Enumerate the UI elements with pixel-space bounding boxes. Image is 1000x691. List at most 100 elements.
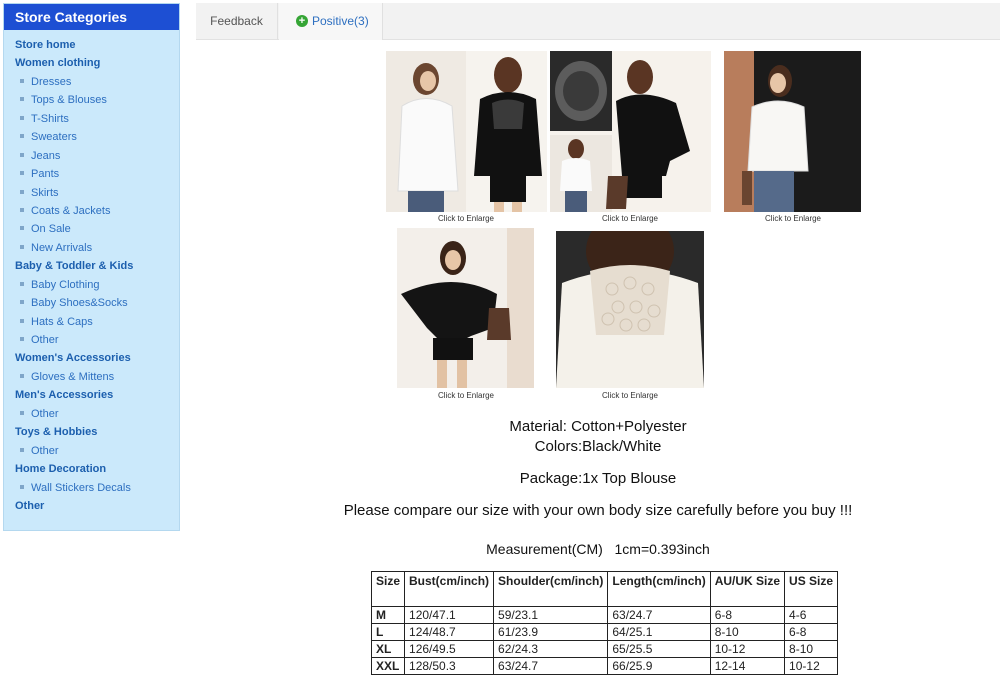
size-table-header: Size Bust(cm/inch) Shoulder(cm/inch) Length… bbox=[370, 571, 839, 607]
sidebar-item-label: Baby Clothing bbox=[31, 278, 100, 291]
sidebar-title: Store Categories bbox=[4, 4, 179, 30]
sidebar-item-skirts[interactable]: Skirts bbox=[4, 184, 179, 202]
size-table-cell: XL bbox=[370, 640, 406, 658]
sidebar-item-label: Other bbox=[31, 334, 59, 346]
size-table-cell: M bbox=[370, 606, 406, 624]
product-photo-1-image bbox=[386, 51, 547, 212]
sidebar-item-sweaters[interactable]: Sweaters bbox=[4, 128, 179, 146]
size-table-cell: 120/47.1 bbox=[404, 606, 495, 624]
tab-positive-label: Positive(3) bbox=[312, 14, 369, 28]
bullet-icon bbox=[20, 97, 24, 102]
sidebar-item-label: Jeans bbox=[31, 149, 61, 162]
tab-feedback[interactable]: Feedback bbox=[196, 3, 278, 40]
size-table-cell: 12-14 bbox=[709, 657, 786, 675]
size-notice: Please compare our size with your own bo… bbox=[343, 502, 853, 519]
feedback-tabbar: Feedback + Positive(3) bbox=[196, 3, 1000, 40]
category-list: Store home Women clothing Dresses Tops & Bl… bbox=[4, 30, 179, 515]
sidebar-item-label: Gloves & Mittens bbox=[31, 370, 115, 383]
bullet-icon bbox=[20, 171, 24, 176]
sidebar-item-gloves-mittens[interactable]: Gloves & Mittens bbox=[4, 368, 179, 386]
product-photo-5-image bbox=[556, 231, 704, 388]
bullet-icon bbox=[20, 373, 24, 378]
size-table-header-cell: AU/UK Size bbox=[709, 571, 786, 607]
sidebar-item-home-decoration[interactable]: Home Decoration bbox=[4, 460, 179, 478]
photo-4-caption[interactable]: Click to Enlarge bbox=[396, 391, 536, 400]
product-photo-3[interactable] bbox=[724, 51, 861, 212]
bullet-icon bbox=[20, 447, 24, 452]
bullet-icon bbox=[20, 337, 24, 342]
sidebar-item-on-sale[interactable]: On Sale bbox=[4, 220, 179, 238]
size-table-cell: 63/24.7 bbox=[493, 657, 609, 675]
bullet-icon bbox=[20, 410, 24, 415]
size-table-header-cell: Shoulder(cm/inch) bbox=[493, 571, 609, 607]
size-table-cell: 65/25.5 bbox=[607, 640, 711, 658]
size-table-cell: 10-12 bbox=[709, 640, 786, 658]
sidebar-item-women-s-accessories[interactable]: Women's Accessories bbox=[4, 349, 179, 367]
product-photo-5[interactable] bbox=[556, 231, 704, 388]
product-photo-2[interactable] bbox=[550, 51, 711, 212]
sidebar-item-label: Pants bbox=[31, 168, 60, 181]
plus-circle-icon: + bbox=[296, 14, 308, 27]
size-table-cell: 6-8 bbox=[709, 606, 786, 624]
material-text: Material: Cotton+Polyester bbox=[509, 418, 687, 435]
sidebar-item-baby-toddler-kids[interactable]: Baby & Toddler & Kids bbox=[4, 257, 179, 275]
sidebar-item-new-arrivals[interactable]: New Arrivals bbox=[4, 239, 179, 257]
sidebar-item-baby-clothing[interactable]: Baby Clothing bbox=[4, 276, 179, 294]
measurement-note: Measurement(CM) 1cm=0.393inch bbox=[486, 541, 710, 557]
sidebar-item-store-home[interactable]: Store home bbox=[4, 36, 179, 54]
size-table-cell: 63/24.7 bbox=[607, 606, 711, 624]
sidebar-item-label: Wall Stickers Decals bbox=[31, 481, 131, 494]
sidebar-item-tops-blouses[interactable]: Tops & Blouses bbox=[4, 91, 179, 109]
sidebar-item-wall-stickers-decals[interactable]: Wall Stickers Decals bbox=[4, 479, 179, 497]
size-table-header-cell: US Size bbox=[784, 571, 839, 607]
bullet-icon bbox=[20, 300, 24, 305]
size-table-cell: 8-10 bbox=[709, 623, 786, 641]
table-row: M 120/47.1 59/23.1 63/24.7 6-8 4-6 bbox=[370, 606, 839, 624]
size-table-header-cell: Length(cm/inch) bbox=[607, 571, 711, 607]
photo-1-caption[interactable]: Click to Enlarge bbox=[396, 214, 536, 223]
bullet-icon bbox=[20, 484, 24, 489]
sidebar-item-other[interactable]: Other bbox=[4, 331, 179, 349]
photo-3-caption[interactable]: Click to Enlarge bbox=[723, 214, 863, 223]
sidebar-item-label: Sweaters bbox=[31, 131, 77, 144]
sidebar-item-hats-caps[interactable]: Hats & Caps bbox=[4, 313, 179, 331]
product-photo-4[interactable] bbox=[397, 228, 534, 388]
sidebar-item-other[interactable]: Other bbox=[4, 405, 179, 423]
size-table-cell: 4-6 bbox=[784, 606, 839, 624]
sidebar-item-toys-hobbies[interactable]: Toys & Hobbies bbox=[4, 423, 179, 441]
size-table-cell: XXL bbox=[370, 657, 406, 675]
sidebar-item-coats-jackets[interactable]: Coats & Jackets bbox=[4, 202, 179, 220]
product-photo-1[interactable] bbox=[386, 51, 547, 212]
size-table-cell: 62/24.3 bbox=[493, 640, 609, 658]
tab-positive[interactable]: + Positive(3) bbox=[279, 3, 383, 40]
sidebar-item-pants[interactable]: Pants bbox=[4, 165, 179, 183]
photo-2-caption[interactable]: Click to Enlarge bbox=[560, 214, 700, 223]
sidebar-item-baby-shoes-socks[interactable]: Baby Shoes&Socks bbox=[4, 294, 179, 312]
sidebar-item-label: Other bbox=[31, 407, 59, 420]
sidebar-item-other[interactable]: Other bbox=[4, 442, 179, 460]
sidebar-item-other[interactable]: Other bbox=[4, 497, 179, 515]
sidebar-item-label: Hats & Caps bbox=[31, 315, 93, 328]
bullet-icon bbox=[20, 318, 24, 323]
product-photo-4-image bbox=[397, 228, 534, 388]
bullet-icon bbox=[20, 134, 24, 139]
bullet-icon bbox=[20, 189, 24, 194]
package-text: Package:1x Top Blouse bbox=[519, 470, 677, 487]
sidebar-item-label: Baby Shoes&Socks bbox=[31, 297, 128, 310]
sidebar-item-jeans[interactable]: Jeans bbox=[4, 147, 179, 165]
sidebar-item-label: Store home bbox=[15, 39, 76, 51]
size-table-cell: 8-10 bbox=[784, 640, 839, 658]
product-photo-3-image bbox=[724, 51, 861, 212]
sidebar-item-dresses[interactable]: Dresses bbox=[4, 73, 179, 91]
sidebar-item-label: Other bbox=[15, 499, 45, 512]
bullet-icon bbox=[20, 152, 24, 157]
sidebar-item-men-s-accessories[interactable]: Men's Accessories bbox=[4, 386, 179, 404]
sidebar-item-t-shirts[interactable]: T-Shirts bbox=[4, 110, 179, 128]
photo-5-caption[interactable]: Click to Enlarge bbox=[560, 391, 700, 400]
bullet-icon bbox=[20, 281, 24, 286]
sidebar-item-label: New Arrivals bbox=[31, 241, 93, 254]
sidebar-item-women-clothing[interactable]: Women clothing bbox=[4, 54, 179, 72]
bullet-icon bbox=[20, 115, 24, 120]
sidebar-item-label: Men's Accessories bbox=[15, 389, 114, 402]
size-table-header-cell: Size bbox=[370, 571, 406, 607]
